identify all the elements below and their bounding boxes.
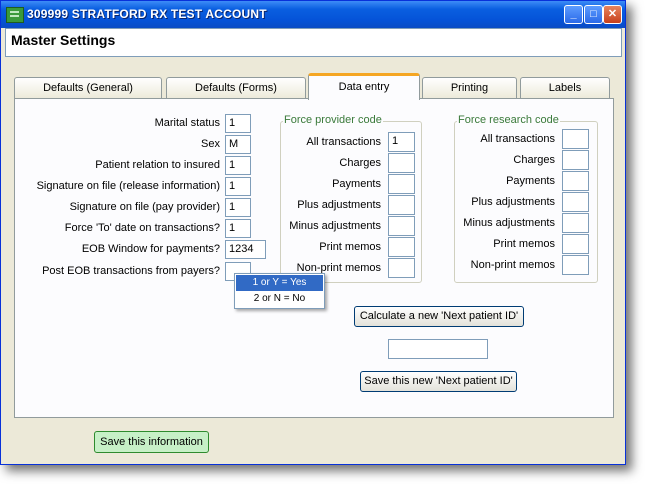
data-entry-panel: Marital status 1 Sex M Patient relation … (14, 98, 614, 418)
fp-payments-label: Payments (332, 178, 381, 190)
fp-payments-input[interactable] (388, 174, 415, 194)
minimize-button[interactable]: _ (564, 5, 583, 24)
fr-minus-adjustments-label: Minus adjustments (463, 217, 555, 229)
fr-plus-adjustments-input[interactable] (562, 192, 589, 212)
main-window: 309999 STRATFORD RX TEST ACCOUNT _ □ ✕ M… (0, 0, 626, 465)
app-icon (6, 7, 24, 23)
signature-pay-label: Signature on file (pay provider) (69, 201, 220, 213)
fp-print-memos-input[interactable] (388, 237, 415, 257)
eob-window-label: EOB Window for payments? (81, 243, 220, 255)
close-icon: ✕ (607, 8, 618, 20)
marital-status-input[interactable]: 1 (225, 114, 251, 133)
fp-plus-adjustments-label: Plus adjustments (297, 199, 381, 211)
signature-release-input[interactable]: 1 (225, 177, 251, 196)
force-provider-title: Force provider code (283, 114, 383, 126)
tab-printing[interactable]: Printing (422, 77, 517, 99)
fr-all-transactions-input[interactable] (562, 129, 589, 149)
fr-payments-input[interactable] (562, 171, 589, 191)
maximize-button[interactable]: □ (584, 5, 603, 24)
fr-plus-adjustments-label: Plus adjustments (471, 196, 555, 208)
fr-payments-label: Payments (506, 175, 555, 187)
fr-charges-input[interactable] (562, 150, 589, 170)
minimize-icon: _ (570, 8, 577, 20)
fp-charges-input[interactable] (388, 153, 415, 173)
fr-print-memos-label: Print memos (493, 238, 555, 250)
tab-defaults-general[interactable]: Defaults (General) (14, 77, 162, 99)
force-provider-group: Force provider code All transactions 1 C… (280, 114, 422, 283)
post-eob-label: Post EOB transactions from payers? (42, 265, 220, 277)
fp-all-transactions-label: All transactions (306, 136, 381, 148)
patient-relation-input[interactable]: 1 (225, 156, 251, 175)
page-title: Master Settings (11, 32, 116, 48)
force-to-date-label: Force 'To' date on transactions? (64, 222, 220, 234)
calculate-next-patient-id-button[interactable]: Calculate a new 'Next patient ID' (354, 306, 524, 327)
save-information-button[interactable]: Save this information (94, 431, 209, 453)
window-title: 309999 STRATFORD RX TEST ACCOUNT (27, 7, 267, 21)
next-patient-id-input[interactable] (388, 339, 488, 359)
header-panel: Master Settings (5, 28, 622, 57)
signature-pay-input[interactable]: 1 (225, 198, 251, 217)
maximize-icon: □ (590, 8, 597, 20)
dropdown-option-yes[interactable]: 1 or Y = Yes (236, 275, 323, 291)
fp-non-print-memos-input[interactable] (388, 258, 415, 278)
fp-minus-adjustments-input[interactable] (388, 216, 415, 236)
fr-print-memos-input[interactable] (562, 234, 589, 254)
fr-minus-adjustments-input[interactable] (562, 213, 589, 233)
post-eob-dropdown-list[interactable]: 1 or Y = Yes 2 or N = No (234, 273, 325, 309)
fr-charges-label: Charges (513, 154, 555, 166)
tab-strip: Defaults (General) Defaults (Forms) Data… (14, 73, 614, 100)
fr-all-transactions-label: All transactions (480, 133, 555, 145)
fp-print-memos-label: Print memos (319, 241, 381, 253)
sex-label: Sex (201, 138, 220, 150)
eob-window-input[interactable]: 1234 (225, 240, 266, 259)
force-research-group: Force research code All transactions Cha… (454, 114, 598, 283)
fr-non-print-memos-label: Non-print memos (470, 259, 555, 271)
save-next-patient-id-button[interactable]: Save this new 'Next patient ID' (360, 371, 517, 392)
fp-minus-adjustments-label: Minus adjustments (289, 220, 381, 232)
force-research-title: Force research code (457, 114, 560, 126)
fp-charges-label: Charges (339, 157, 381, 169)
dropdown-option-no[interactable]: 2 or N = No (236, 291, 323, 307)
fp-plus-adjustments-input[interactable] (388, 195, 415, 215)
title-bar[interactable]: 309999 STRATFORD RX TEST ACCOUNT _ □ ✕ (1, 1, 625, 28)
close-button[interactable]: ✕ (603, 5, 622, 24)
fp-all-transactions-input[interactable]: 1 (388, 132, 415, 152)
marital-status-label: Marital status (154, 117, 220, 129)
patient-relation-label: Patient relation to insured (95, 159, 220, 171)
fr-non-print-memos-input[interactable] (562, 255, 589, 275)
tab-defaults-forms[interactable]: Defaults (Forms) (166, 77, 306, 99)
force-to-date-input[interactable]: 1 (225, 219, 251, 238)
tab-labels[interactable]: Labels (520, 77, 610, 99)
signature-release-label: Signature on file (release information) (36, 180, 220, 192)
tab-data-entry[interactable]: Data entry (308, 73, 420, 100)
sex-input[interactable]: M (225, 135, 251, 154)
